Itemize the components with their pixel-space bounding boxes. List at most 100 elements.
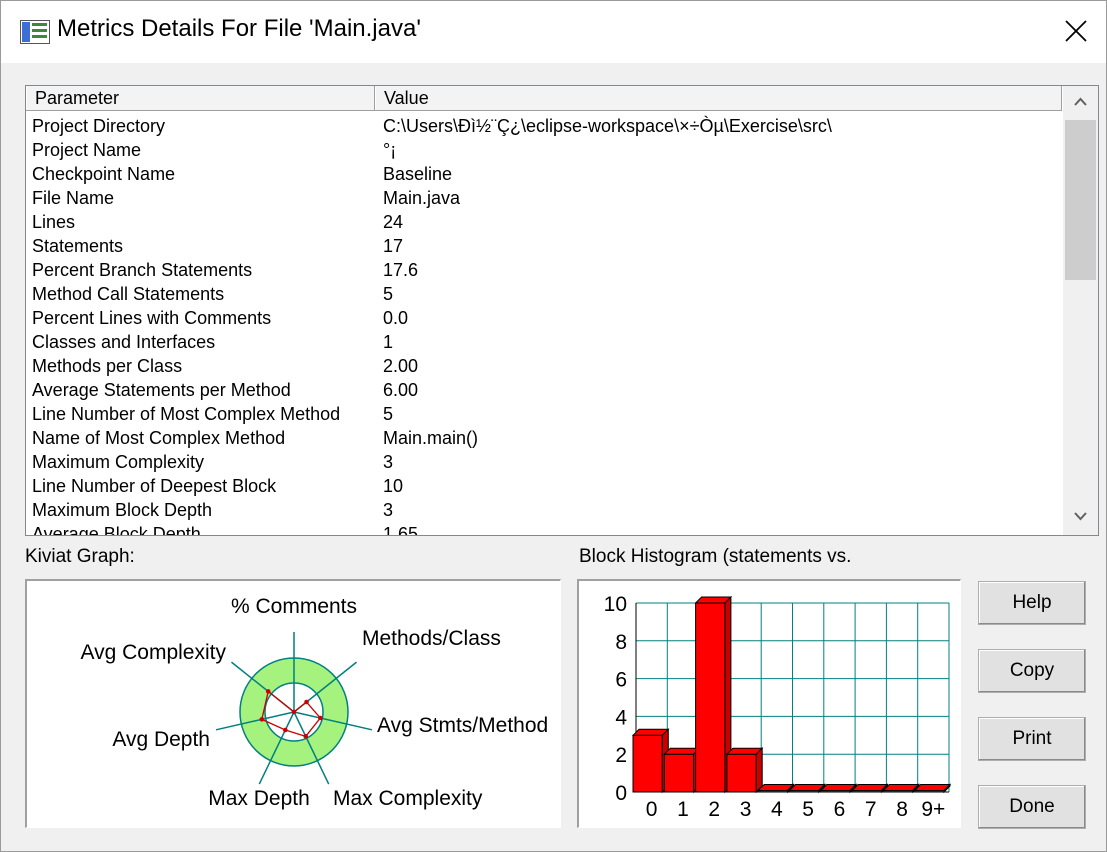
histogram-y-tick-label: 4 xyxy=(615,706,627,729)
row-parameter: Methods per Class xyxy=(32,356,183,376)
row-value: 3 xyxy=(383,452,394,472)
kiviat-axis-label: Avg Depth xyxy=(112,728,210,751)
scrollbar-thumb[interactable] xyxy=(1065,120,1096,280)
table-row[interactable]: Percent Lines with Comments 0.0 xyxy=(26,306,1062,330)
table-row[interactable]: File Name Main.java xyxy=(26,186,1062,210)
copy-button[interactable]: Copy xyxy=(978,649,1086,693)
kiviat-point xyxy=(291,709,297,715)
table-row[interactable]: Statements 17 xyxy=(26,234,1062,258)
table-row[interactable]: Line Number of Most Complex Method 5 xyxy=(26,402,1062,426)
row-parameter: Line Number of Most Complex Method xyxy=(32,404,341,424)
row-value: Main.main() xyxy=(383,428,479,448)
table-row[interactable]: Name of Most Complex Method Main.main() xyxy=(26,426,1062,450)
histogram-x-tick-label: 0 xyxy=(646,798,658,821)
table-row[interactable]: Lines 24 xyxy=(26,210,1062,234)
row-parameter: Method Call Statements xyxy=(32,284,225,304)
histogram-bar xyxy=(726,753,757,793)
kiviat-point xyxy=(259,717,265,722)
histogram-x-tick-label: 2 xyxy=(708,798,720,821)
row-parameter: Average Block Depth xyxy=(32,524,201,536)
histogram-label: Block Histogram (statements vs. xyxy=(579,546,852,567)
row-value: 17.6 xyxy=(383,260,419,280)
row-value: 6.00 xyxy=(383,380,419,400)
kiviat-graph: % Comments Methods/Class Avg Stmts/Method M… xyxy=(25,579,561,828)
kiviat-label: Kiviat Graph: xyxy=(25,546,135,567)
row-value: 2.00 xyxy=(383,356,419,376)
table-row[interactable]: Methods per Class 2.00 xyxy=(26,354,1062,378)
row-parameter: Checkpoint Name xyxy=(32,164,176,184)
metrics-table[interactable]: Parameter Value Project Directory C:\User… xyxy=(25,85,1099,536)
row-value: 3 xyxy=(383,500,394,520)
row-parameter: Classes and Interfaces xyxy=(32,332,216,352)
table-row[interactable]: Average Block Depth 1.65 xyxy=(26,522,1062,536)
histogram-x-tick-label: 1 xyxy=(677,798,689,821)
table-row[interactable]: Project Name °¡ xyxy=(26,138,1062,162)
metrics-details-window: Metrics Details For File 'Main.java' Par… xyxy=(0,0,1107,852)
histogram-y-tick-label: 8 xyxy=(615,631,627,654)
help-button[interactable]: Help xyxy=(978,581,1086,625)
scroll-up-button[interactable] xyxy=(1063,86,1098,116)
window-app-icon xyxy=(20,20,50,44)
row-parameter: Project Directory xyxy=(32,116,166,136)
histogram-bar xyxy=(663,753,695,793)
chevron-down-icon xyxy=(1074,512,1087,521)
block-histogram: 0 2 4 6 8 10 0 1 2 3 4 5 6 7 8 9+ xyxy=(577,579,961,828)
histogram-y-tick-label: 6 xyxy=(615,669,627,692)
kiviat-axis-label: Avg Complexity xyxy=(80,641,226,664)
row-parameter: Maximum Complexity xyxy=(32,452,205,472)
row-value: 1 xyxy=(383,332,394,352)
histogram-x-tick-label: 6 xyxy=(834,798,846,821)
row-value: 24 xyxy=(383,212,404,232)
row-value: 1.65 xyxy=(383,524,419,536)
row-parameter: Lines xyxy=(32,212,76,232)
kiviat-axis-label: Avg Stmts/Method xyxy=(377,714,548,737)
vertical-scrollbar[interactable] xyxy=(1063,86,1098,535)
table-row[interactable]: Project Directory C:\Users\Ðì½¨Ç¿\eclipse… xyxy=(26,114,1062,138)
table-row[interactable]: Maximum Complexity 3 xyxy=(26,450,1062,474)
table-row[interactable]: Percent Branch Statements 17.6 xyxy=(26,258,1062,282)
print-button[interactable]: Print xyxy=(978,717,1086,761)
table-row[interactable]: Line Number of Deepest Block 10 xyxy=(26,474,1062,498)
title-bar: Metrics Details For File 'Main.java' xyxy=(1,1,1106,63)
histogram-x-tick-label: 5 xyxy=(802,798,814,821)
window-title: Metrics Details For File 'Main.java' xyxy=(57,15,421,42)
kiviat-chart: % CommentsMethods/Class Avg Stmts/Method M… xyxy=(80,595,548,810)
row-value: 5 xyxy=(383,404,394,424)
close-button[interactable] xyxy=(1049,1,1105,63)
row-parameter: File Name xyxy=(32,188,115,208)
kiviat-point xyxy=(265,689,271,694)
row-value: °¡ xyxy=(383,140,397,160)
histogram-bar-side xyxy=(755,746,763,794)
row-value: 10 xyxy=(383,476,404,496)
row-parameter: Line Number of Deepest Block xyxy=(32,476,277,496)
row-parameter: Average Statements per Method xyxy=(32,380,291,400)
row-value: 17 xyxy=(383,236,404,256)
histogram-x-tick-label: 8 xyxy=(896,798,908,821)
row-value: Baseline xyxy=(383,164,453,184)
scroll-down-button[interactable] xyxy=(1063,502,1098,532)
row-value: C:\Users\Ðì½¨Ç¿\eclipse-workspace\×÷Òµ\E… xyxy=(383,116,832,136)
histogram-chart: 02468100 1 2 3 4 5 6 7 8 9+ xyxy=(604,593,952,821)
column-header-parameter[interactable]: Parameter xyxy=(26,86,375,110)
table-row[interactable]: Method Call Statements 5 xyxy=(26,282,1062,306)
row-value: 5 xyxy=(383,284,394,304)
table-row[interactable]: Maximum Block Depth 3 xyxy=(26,498,1062,522)
row-parameter: Name of Most Complex Method xyxy=(32,428,286,448)
table-row[interactable]: Checkpoint Name Baseline xyxy=(26,162,1062,186)
kiviat-axis-label: Max Complexity xyxy=(333,787,483,810)
histogram-x-tick-label: 4 xyxy=(771,798,783,821)
table-row[interactable]: Classes and Interfaces 1 xyxy=(26,330,1062,354)
kiviat-axis-label: Max Depth xyxy=(208,787,310,810)
row-value: Main.java xyxy=(383,188,461,208)
kiviat-point xyxy=(318,715,323,721)
table-row[interactable]: Average Statements per Method 6.00 xyxy=(26,378,1062,402)
column-header-value[interactable]: Value xyxy=(375,86,1062,110)
histogram-y-tick-label: 0 xyxy=(615,782,627,805)
histogram-bar xyxy=(695,602,726,793)
row-parameter: Statements xyxy=(32,236,124,256)
kiviat-axis-label: Methods/Class xyxy=(362,627,501,650)
close-icon xyxy=(1065,20,1087,42)
row-parameter: Project Name xyxy=(32,140,142,160)
kiviat-point xyxy=(304,699,309,705)
done-button[interactable]: Done xyxy=(978,785,1086,829)
